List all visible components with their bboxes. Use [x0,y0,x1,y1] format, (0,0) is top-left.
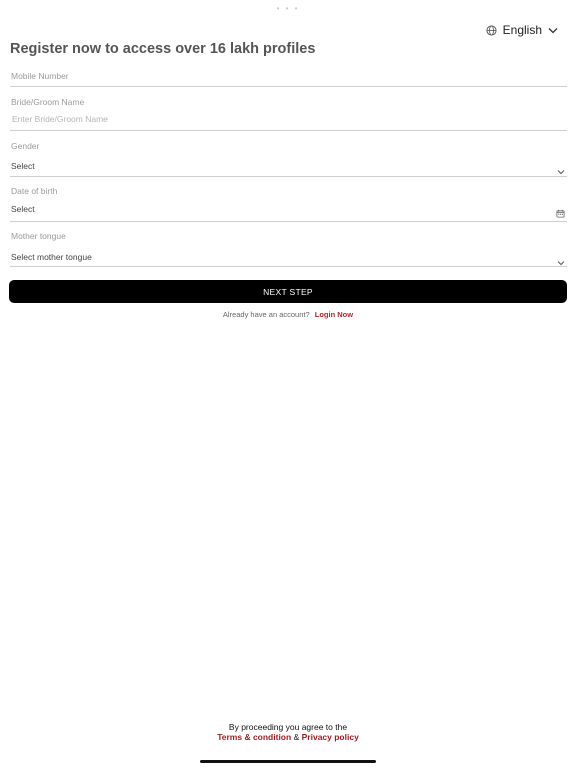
home-indicator [200,760,376,763]
language-label: English [502,23,542,37]
login-now-link[interactable]: Login Now [315,310,353,319]
bride-groom-name-input[interactable]: Enter Bride/Groom Name [12,114,108,124]
gender-select[interactable]: Gender Select [10,138,567,178]
privacy-policy-link[interactable]: Privacy policy [302,732,359,742]
mobile-number-field[interactable]: Mobile Number [10,68,567,88]
globe-icon [486,24,497,36]
login-prompt-text: Already have an account? [222,310,310,319]
mobile-number-underline [10,86,567,87]
date-of-birth-label: Date of birth [11,186,58,196]
date-of-birth-value: Select [11,204,35,214]
login-prompt-row: Already have an account? Login Now [0,310,576,319]
mobile-number-label: Mobile Number [11,71,69,81]
status-dots: • • • [276,4,300,13]
gender-value: Select [11,161,35,171]
mother-tongue-label: Mother tongue [11,231,66,241]
next-step-button[interactable]: NEXT STEP [9,280,567,303]
chevron-down-icon[interactable] [557,162,565,180]
mother-tongue-value: Select mother tongue [11,252,92,262]
agreement-text: By proceeding you agree to the [228,722,348,732]
page-title: Register now to access over 16 lakh prof… [10,41,316,57]
terms-link[interactable]: Terms & condition [217,732,291,742]
terms-agreement: By proceeding you agree to the Terms & c… [0,722,576,742]
mother-tongue-underline [10,266,567,267]
chevron-down-icon[interactable] [557,253,565,271]
language-selector[interactable]: English [486,23,558,37]
ampersand-text: & [293,732,300,742]
gender-underline [10,176,567,177]
gender-label: Gender [11,141,40,151]
date-of-birth-picker[interactable]: Date of birth Select [10,183,567,223]
bride-groom-name-underline [10,130,567,131]
date-of-birth-underline [10,221,567,222]
mother-tongue-select[interactable]: Mother tongue Select mother tongue [10,228,567,268]
bride-groom-name-label: Bride/Groom Name [11,97,85,107]
chevron-down-icon [548,27,558,34]
bride-groom-name-field[interactable]: Bride/Groom Name Enter Bride/Groom Name [10,94,567,132]
